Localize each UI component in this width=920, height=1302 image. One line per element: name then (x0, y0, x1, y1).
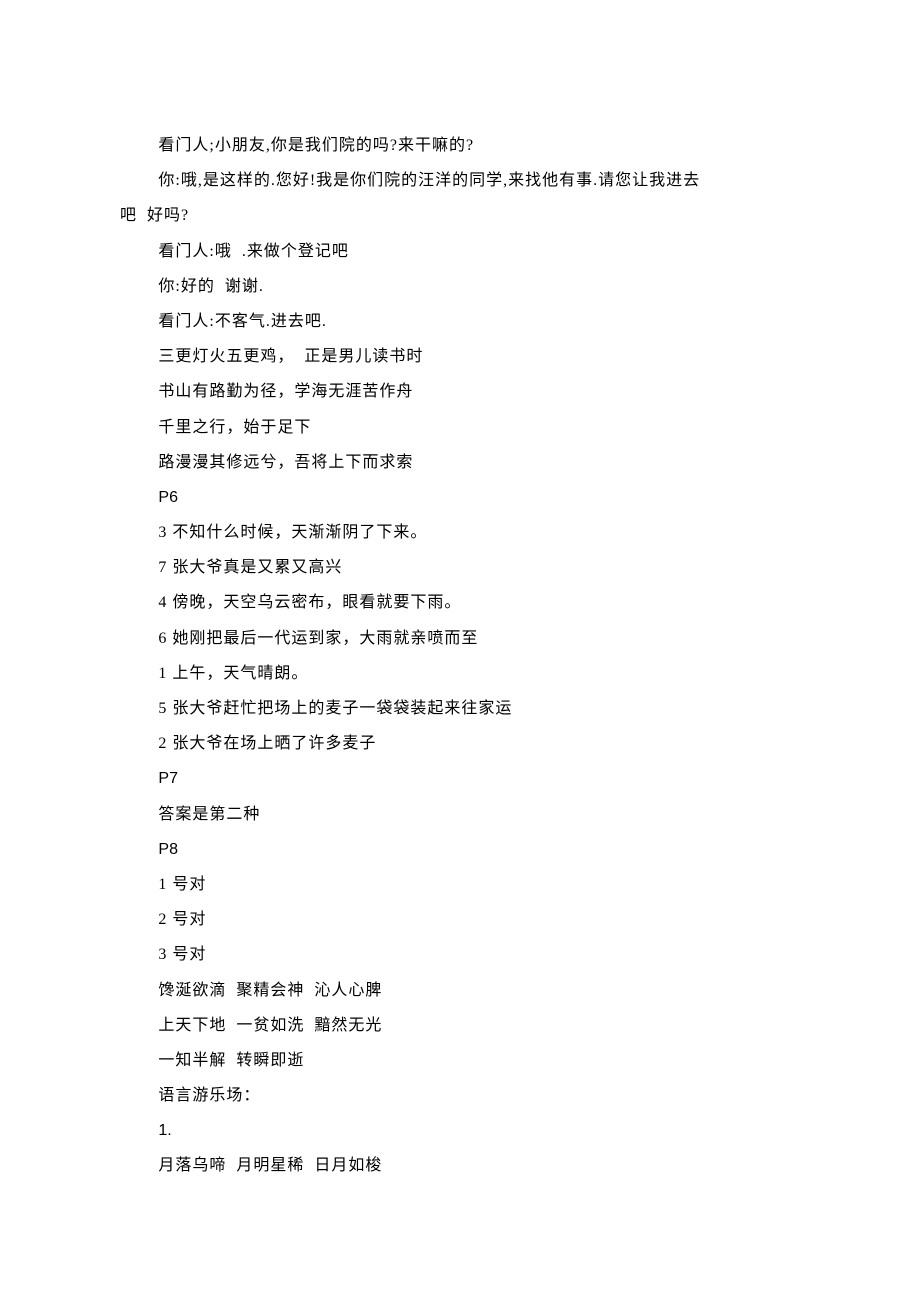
text-line: 1 上午，天气晴朗。 (120, 656, 800, 691)
text-line: 1 号对 (120, 867, 800, 902)
text-line: 上天下地 一贫如洗 黯然无光 (120, 1008, 800, 1043)
text-line: 书山有路勤为径，学海无涯苦作舟 (120, 374, 800, 409)
text-line: 2 张大爷在场上晒了许多麦子 (120, 726, 800, 761)
text-line: 千里之行，始于足下 (120, 410, 800, 445)
text-line: 3 号对 (120, 937, 800, 972)
text-line: 路漫漫其修远兮，吾将上下而求索 (120, 445, 800, 480)
text-line: P8 (120, 832, 800, 867)
text-line: 1. (120, 1113, 800, 1148)
text-line: 3 不知什么时候，天渐渐阴了下来。 (120, 515, 800, 550)
document-page: 看门人;小朋友,你是我们院的吗?来干嘛的?你:哦,是这样的.您好!我是你们院的汪… (0, 0, 920, 1302)
text-line: 7 张大爷真是又累又高兴 (120, 550, 800, 585)
text-line: P7 (120, 761, 800, 796)
text-line: 三更灯火五更鸡， 正是男儿读书时 (120, 339, 800, 374)
text-line: 馋涎欲滴 聚精会神 沁人心脾 (120, 973, 800, 1008)
document-body: 看门人;小朋友,你是我们院的吗?来干嘛的?你:哦,是这样的.您好!我是你们院的汪… (120, 128, 800, 1184)
text-line: 月落乌啼 月明星稀 日月如梭 (120, 1148, 800, 1183)
text-line: 吧 好吗? (120, 198, 800, 233)
text-line: 看门人:哦 .来做个登记吧 (120, 234, 800, 269)
text-line: 6 她刚把最后一代运到家，大雨就亲喷而至 (120, 621, 800, 656)
text-line: 看门人;小朋友,你是我们院的吗?来干嘛的? (120, 128, 800, 163)
text-line: 2 号对 (120, 902, 800, 937)
text-line: 答案是第二种 (120, 797, 800, 832)
text-line: 语言游乐场： (120, 1078, 800, 1113)
text-line: 看门人:不客气.进去吧. (120, 304, 800, 339)
text-line: 你:好的 谢谢. (120, 269, 800, 304)
text-line: 5 张大爷赶忙把场上的麦子一袋袋装起来往家运 (120, 691, 800, 726)
text-line: 4 傍晚，天空乌云密布，眼看就要下雨。 (120, 585, 800, 620)
text-line: 你:哦,是这样的.您好!我是你们院的汪洋的同学,来找他有事.请您让我进去 (120, 163, 800, 198)
text-line: 一知半解 转瞬即逝 (120, 1043, 800, 1078)
text-line: P6 (120, 480, 800, 515)
